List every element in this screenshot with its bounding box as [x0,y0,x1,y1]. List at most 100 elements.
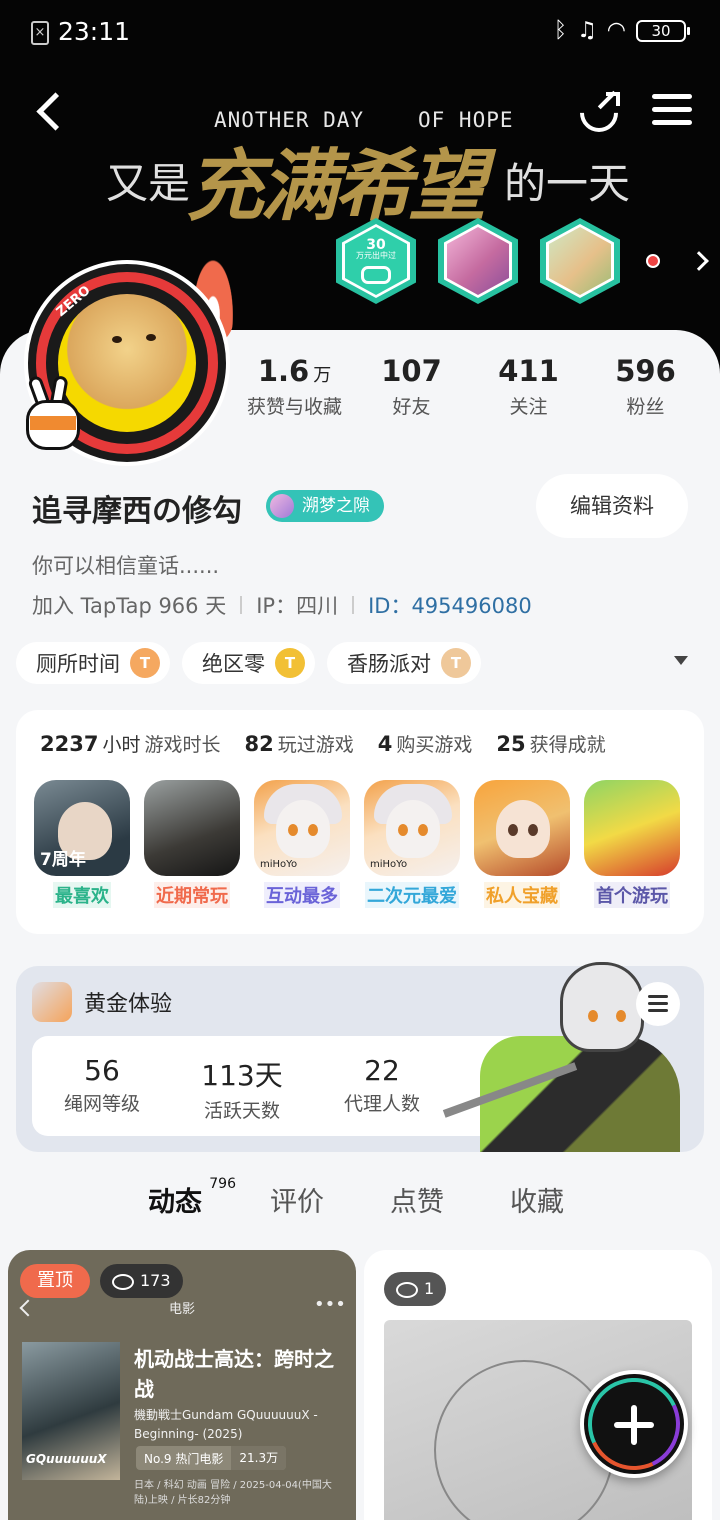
achievements-value: 25 [496,732,526,756]
tab-favorites[interactable]: 收藏 [510,1180,564,1219]
stat-friends[interactable]: 107 好友 [353,354,470,419]
more-icon: ••• [314,1294,346,1315]
divider [240,596,243,614]
status-time: 23:11 [58,17,131,46]
stat-fans[interactable]: 596 粉丝 [587,354,704,419]
game-label: 近期常玩 [154,882,230,908]
bluetooth-icon: ᛒ [553,18,568,43]
chip-label: 厕所时间 [36,652,120,676]
developer-label: miHoYo [370,859,408,870]
bought-label: 购买游戏 [396,734,473,756]
pinned-badge: 置顶 [20,1264,90,1298]
stat-following[interactable]: 411 关注 [470,354,587,419]
stat-fans-label: 粉丝 [626,396,665,418]
share-button[interactable] [572,86,626,140]
feed-card-pinned[interactable]: 置顶 173 电影 ••• GQuuuuuuX 机动战士高达：跨时之战 機動戦士… [8,1250,356,1520]
mute-icon: ♫ [577,18,597,43]
stat-friends-value: 107 [381,354,442,388]
menu-button[interactable] [652,94,692,130]
coin-icon: T [275,648,305,678]
cat-badge[interactable] [540,218,620,304]
coin-icon: T [130,648,160,678]
profile-meta: 加入 TapTap 966 天 IP：四川 ID：495496080 [32,590,532,620]
gamepad-icon [361,266,391,284]
tab-count: 796 [209,1176,236,1192]
chip-toilet-time[interactable]: 厕所时间 T [16,642,170,684]
game-summary-card[interactable]: 2237 小时 游戏时长 82 玩过游戏 4 购买游戏 25 获得成就 7周年 最喜欢 近… [16,710,704,934]
movie-title: 机动战士高达：跨时之战 [134,1347,334,1401]
movie-subtitle: 機動戦士Gundam GQuuuuuuX -Beginning- (2025) [134,1408,318,1441]
tab-likes[interactable]: 点赞 [390,1180,444,1219]
game-recent[interactable]: 近期常玩 [144,780,240,908]
battery-icon: 30 [636,19,690,42]
gold-stat-label: 活跃天数 [203,1100,280,1122]
game-first[interactable]: 首个游玩 [584,780,680,908]
shooter-game-icon [144,780,240,876]
game-favorite[interactable]: 7周年 最喜欢 [34,780,130,908]
played-label: 玩过游戏 [277,734,354,756]
played-value: 82 [244,732,274,756]
game-stats: 2237 小时 游戏时长 82 玩过游戏 4 购买游戏 25 获得成就 [40,730,606,757]
game-anime[interactable]: miHoYo 二次元最爱 [364,780,460,908]
gold-stat-value: 56 [84,1054,120,1087]
stat-fans-value: 596 [615,354,676,388]
post-category: 电影 [168,1302,195,1317]
game-interactive[interactable]: miHoYo 互动最多 [254,780,350,908]
gold-stat-value: 22 [364,1054,400,1087]
chip-sausage[interactable]: 香肠派对 T [327,642,481,684]
coin-icon: T [441,648,471,678]
notification-dot [646,254,660,268]
edit-profile-button[interactable]: 编辑资料 [536,474,688,538]
chevron-down-icon[interactable] [674,656,688,665]
stat-likes-value: 1.6 [257,354,310,388]
banner-cn-left: 又是 [106,159,191,208]
girl-badge[interactable] [438,218,518,304]
join-days: 加入 TapTap 966 天 [32,594,227,618]
zzz-icon: miHoYo [254,780,350,876]
zzz-icon: miHoYo [364,780,460,876]
gold-stat-label: 绳网等级 [63,1093,140,1115]
stat-following-value: 411 [498,354,559,388]
game-chips: 厕所时间 T 绝区零 T 香肠派对 T [16,642,481,684]
tab-reviews[interactable]: 评价 [270,1180,324,1219]
achievements-label: 获得成就 [529,734,606,756]
dream-tag[interactable]: 溯梦之隙 [266,490,384,522]
chip-label: 香肠派对 [347,652,431,676]
stat-friends-label: 好友 [392,396,431,418]
gold-header: 黄金体验 [32,982,172,1022]
create-post-button[interactable] [575,1365,693,1483]
stat-likes[interactable]: 1.6 万 获赞与收藏 [236,354,353,419]
developer-label: miHoYo [260,859,298,870]
movie-poster: GQuuuuuuX [22,1342,120,1480]
identity-v-icon: 7周年 [34,780,130,876]
gold-stat: 113天 活跃天数 [172,1036,312,1136]
anniversary-label: 7周年 [40,850,86,870]
stat-likes-label: 获赞与收藏 [246,396,342,418]
game-label: 互动最多 [264,882,340,908]
game-label: 私人宝藏 [484,882,560,908]
chip-zzz[interactable]: 绝区零 T [182,642,315,684]
gold-title: 黄金体验 [84,992,173,1017]
game-treasure[interactable]: 私人宝藏 [474,780,570,908]
content-tabs: 动态 796 评价 点赞 收藏 [0,1176,720,1230]
gold-stat: 56 绳网等级 [32,1036,172,1136]
game-badge[interactable]: 30 万元出中过 [336,218,416,304]
wifi-icon: ◠ [606,18,626,43]
sim-icon: × [31,21,49,45]
list-settings-button[interactable] [636,982,680,1026]
back-button[interactable] [30,88,70,138]
game-label: 首个游玩 [594,882,670,908]
ip-location: IP：四川 [256,594,339,618]
rank-text: No.9 热门电影 [144,1451,224,1466]
user-id[interactable]: ID：495496080 [368,590,532,620]
tab-activity[interactable]: 动态 796 [148,1176,236,1223]
badge-row: 30 万元出中过 [336,218,709,304]
chevron-right-icon[interactable] [689,251,709,271]
movie-info: 日本 / 科幻 动画 冒险 / 2025-04-04(中国大陆)上映 / 片长8… [134,1480,332,1506]
divider [352,596,355,614]
bunny-icon [22,374,92,456]
bought-value: 4 [377,732,393,756]
anime-girl-game-icon [474,780,570,876]
banner-cn-right: 的一天 [504,159,631,208]
game-label: 最喜欢 [53,882,111,908]
